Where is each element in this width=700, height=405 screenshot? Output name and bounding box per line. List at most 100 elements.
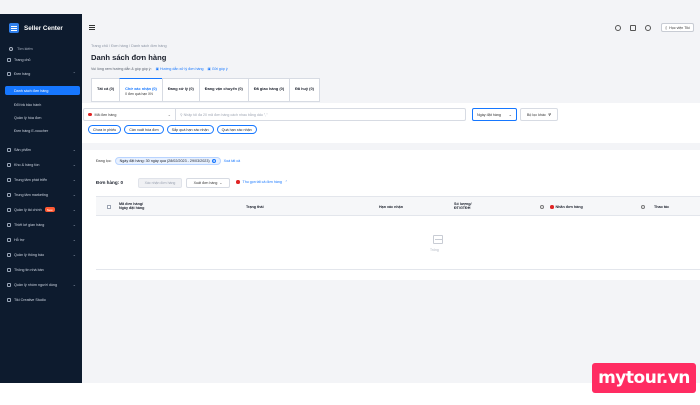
col-order-code[interactable]: Mã đơn hàng/ Ngày đặt hàng: [119, 202, 144, 211]
home-icon: [7, 57, 11, 62]
sidebar-item-notifications[interactable]: Quản lý thông báo ⌄: [0, 250, 82, 259]
wallet-icon: [7, 207, 11, 212]
collapse-all-label: Thu gọn tất cả đơn hàng: [242, 180, 282, 184]
chip-near-deadline[interactable]: Sắp quá hạn xác nhận: [166, 125, 214, 134]
order-code-input[interactable]: ⚲ Nhập tối đa 20 mã đơn hàng cách nhau b…: [176, 113, 267, 117]
guide-link[interactable]: ▣ Hướng dẫn xử lý đơn hàng: [156, 67, 204, 71]
sidebar-item-evoucher[interactable]: Đơn hàng E-voucher: [0, 126, 82, 135]
sidebar-item-seller-info[interactable]: Thông tin nhà bán: [0, 265, 82, 274]
orders-table-header: Mã đơn hàng/ Ngày đặt hàng Trạng thái Hạ…: [96, 196, 700, 216]
close-icon[interactable]: ×: [211, 159, 216, 163]
chevron-down-icon: ⌄: [72, 162, 76, 167]
tab-shipping[interactable]: Đang vận chuyển (0): [198, 78, 248, 102]
chip-overdue[interactable]: Quá hạn xác nhận: [216, 125, 257, 134]
advanced-filter-button[interactable]: Bộ lọc khác ⧩: [520, 108, 558, 121]
avatar-icon[interactable]: [645, 25, 651, 31]
export-orders-button[interactable]: Xuất đơn hàng ⌄: [186, 178, 230, 188]
sidebar-item-orders[interactable]: Đơn hàng ⌃: [0, 69, 82, 78]
sidebar-item-user-groups[interactable]: Quản lý nhóm người dùng ⌄: [0, 280, 82, 289]
sidebar-item-label: Trang chủ: [14, 57, 31, 62]
tab-awaiting-confirmation[interactable]: Chờ xác nhận (0) 0 đơn quá hạn XN: [119, 78, 162, 102]
brand[interactable]: Seller Center: [0, 14, 82, 42]
tab-delivered[interactable]: Đã giao hàng (0): [247, 78, 290, 102]
sidebar-item-label: Đổi trả bảo hành: [14, 102, 42, 107]
bell-icon[interactable]: [630, 25, 636, 31]
tab-all[interactable]: Tất cả (0): [91, 78, 120, 102]
sidebar-item-label: Quản lý nhóm người dùng: [14, 282, 58, 287]
sidebar-search-label: Tìm kiếm: [17, 46, 33, 51]
chevron-down-icon: ⌄: [72, 237, 76, 242]
sidebar-item-marketing[interactable]: Trung tâm marketing ⌄: [0, 190, 82, 199]
search-field-select[interactable]: Mã đơn hàng ⌄: [84, 109, 176, 120]
help-icon[interactable]: [615, 25, 621, 31]
help-line: Vui lòng xem hướng dẫn & góp góp ý: ▣ Hư…: [91, 67, 228, 71]
tab-cancelled[interactable]: Đã huỷ (0): [289, 78, 320, 102]
active-filter-label: Đang lọc:: [96, 159, 112, 163]
chevron-up-icon: ⌃: [284, 180, 288, 184]
sidebar-item-home[interactable]: Trang chủ: [0, 55, 82, 64]
col-deadline[interactable]: Hạn xác nhận: [379, 205, 403, 209]
sidebar-item-support[interactable]: Hỗ trợ ⌄: [0, 235, 82, 244]
col-order-label[interactable]: Nhãn đơn hàng: [550, 205, 583, 209]
chevron-down-icon: ⌄: [72, 207, 76, 212]
sidebar-item-products[interactable]: Sản phẩm ⌄: [0, 145, 82, 154]
sidebar-item-label: Đơn hàng E-voucher: [14, 128, 49, 133]
select-all-checkbox[interactable]: [107, 205, 111, 209]
sidebar-search[interactable]: Tìm kiếm: [5, 44, 77, 53]
box-icon: [7, 147, 11, 152]
sidebar-item-finance[interactable]: Quản lý tài chính New ⌄: [0, 205, 82, 214]
sidebar-item-order-list[interactable]: Danh sách đơn hàng: [5, 86, 80, 95]
sidebar-item-label: Tiki Creative Studio: [14, 297, 46, 302]
store-icon: [7, 267, 11, 272]
export-orders-label: Xuất đơn hàng: [193, 181, 218, 185]
chevron-down-icon: ⌄: [72, 222, 76, 227]
sidebar-item-invoices[interactable]: Quản lý hóa đơn: [0, 113, 82, 122]
info-icon[interactable]: [540, 205, 544, 209]
sidebar-item-store-design[interactable]: Thiết kế gian hàng ⌄: [0, 220, 82, 229]
sidebar-item-inventory[interactable]: Kho & hàng tồn ⌄: [0, 160, 82, 169]
warehouse-icon: [7, 162, 11, 167]
chevron-down-icon: ⌄: [167, 112, 171, 117]
sidebar-item-creative-studio[interactable]: Tiki Creative Studio: [0, 295, 82, 304]
sidebar-item-label: Sản phẩm: [14, 147, 31, 152]
sidebar-item-growth[interactable]: Trung tâm phát triển ⌄: [0, 175, 82, 184]
info-icon[interactable]: [641, 205, 645, 209]
tab-overdue-count: 0 đơn quá hạn XN: [125, 92, 153, 96]
chip-not-printed[interactable]: Chưa in phiếu: [88, 125, 122, 134]
filter-tag[interactable]: Ngày đặt hàng: 30 ngày qua (28/02/2023 -…: [114, 157, 221, 165]
hamburger-menu-icon[interactable]: [89, 25, 95, 30]
breadcrumb[interactable]: Trang chủ / Đơn hàng / Danh sách đơn hàn…: [91, 44, 167, 48]
tab-label: Đang xử lý (0): [167, 86, 194, 91]
sidebar-item-label: Thiết kế gian hàng: [14, 222, 45, 227]
academy-label: Học viện Tiki: [669, 25, 690, 30]
mytour-watermark: mytour.vn: [592, 363, 696, 393]
date-type-select[interactable]: Ngày đặt hàng ⌄: [472, 108, 517, 121]
tab-processing[interactable]: Đang xử lý (0): [161, 78, 199, 102]
status-tabs: Tất cả (0) Chờ xác nhận (0) 0 đơn quá hạn…: [91, 78, 320, 102]
chevron-down-icon: ⌄: [72, 147, 76, 152]
confirm-orders-button[interactable]: Xác nhận đơn hàng: [138, 178, 182, 188]
order-count: Đơn hàng: 0: [96, 180, 123, 185]
order-search-bar: Mã đơn hàng ⌄ ⚲ Nhập tối đa 20 mã đơn hà…: [83, 108, 466, 121]
brand-logo-icon: [9, 23, 19, 33]
col-quantity[interactable]: Số lượng/ ĐT/GTĐH: [454, 202, 472, 211]
active-filters: Đang lọc: Ngày đặt hàng: 30 ngày qua (28…: [96, 157, 240, 165]
chip-need-invoice[interactable]: Cần xuất hóa đơn: [124, 125, 164, 134]
megaphone-icon: [7, 192, 11, 197]
academy-button[interactable]: ▯ Học viện Tiki: [661, 23, 694, 32]
users-icon: [7, 282, 11, 287]
clear-all-link[interactable]: Xoá tất cả: [224, 159, 241, 163]
guide-link-label: Hướng dẫn xử lý đơn hàng: [159, 67, 204, 71]
chevron-up-icon: ⌃: [72, 71, 76, 76]
date-type-label: Ngày đặt hàng: [477, 112, 501, 117]
chevron-down-icon: ⌄: [72, 282, 76, 287]
advanced-filter-label: Bộ lọc khác: [526, 112, 546, 117]
app-window: Seller Center Tìm kiếm Trang chủ Đơn hàn…: [0, 0, 700, 383]
feedback-link[interactable]: ▣ Gửi góp ý: [207, 67, 227, 71]
col-status[interactable]: Trạng thái: [246, 205, 264, 209]
collapse-all-toggle[interactable]: Thu gọn tất cả đơn hàng ⌃: [236, 180, 288, 184]
sidebar-item-returns[interactable]: Đổi trả bảo hành: [0, 100, 82, 109]
topbar: ▯ Học viện Tiki: [82, 14, 700, 42]
chevron-down-icon: ⌄: [72, 192, 76, 197]
help-prefix: Vui lòng xem hướng dẫn & góp góp ý:: [91, 67, 152, 71]
